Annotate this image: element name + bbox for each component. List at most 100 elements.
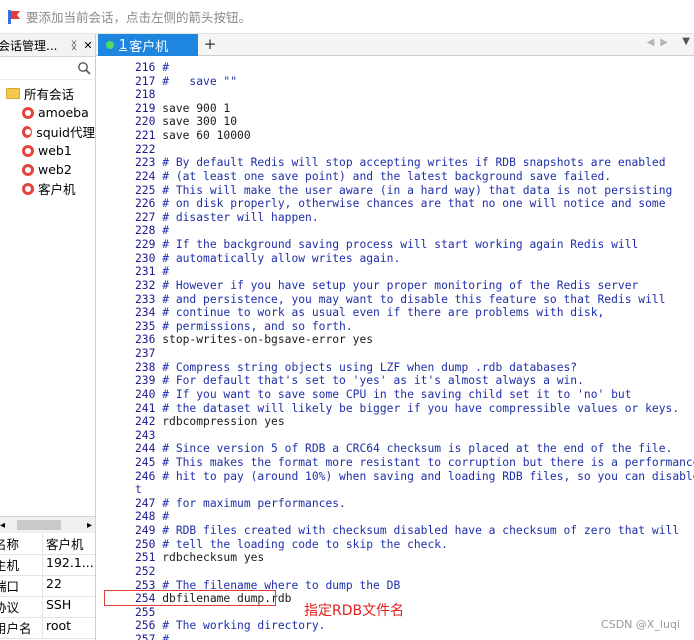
terminal-line: 228 # xyxy=(135,224,169,238)
line-number: 256 xyxy=(135,619,163,633)
line-number: 224 xyxy=(135,169,163,183)
terminal-line: 237 xyxy=(135,347,162,361)
comment-text: # xyxy=(162,61,170,74)
terminal-output[interactable]: 216 #217 # save "" 218 219 save 900 1 220 … xyxy=(96,56,694,640)
line-number: 225 xyxy=(135,183,163,197)
terminal-line: 252 xyxy=(135,565,162,579)
config-text: rdbcompression yes xyxy=(162,415,285,429)
terminal-line: 222 xyxy=(135,143,162,157)
terminal-line: 256 # The working directory. xyxy=(135,619,325,633)
tab-list-dropdown-icon[interactable]: ▼ xyxy=(682,36,690,47)
property-row: 主机 192.1... xyxy=(0,555,95,576)
tab-client[interactable]: 1 客户机 xyxy=(98,34,198,56)
search-icon[interactable] xyxy=(77,61,91,75)
line-number: 238 xyxy=(135,360,163,374)
terminal-line: 240 # If you want to save some CPU in th… xyxy=(135,388,632,402)
property-row: 用户名 root xyxy=(0,618,95,639)
highlight-box xyxy=(104,590,276,606)
terminal-line: 251 rdbchecksum yes xyxy=(135,551,264,565)
comment-text: # disaster will happen. xyxy=(162,210,319,224)
line-number: 237 xyxy=(135,347,163,361)
session-icon xyxy=(22,106,34,119)
terminal-line: 223 # By default Redis will stop accepti… xyxy=(135,156,666,170)
session-item-web1[interactable]: web1 xyxy=(0,141,95,160)
terminal-line: 231 # xyxy=(135,265,169,279)
scroll-thumb[interactable] xyxy=(17,520,62,530)
terminal-line: 243 xyxy=(135,429,162,443)
session-tree: 所有会话 amoeba squid代理 web1 web2 客户机 xyxy=(0,80,95,198)
session-icon xyxy=(22,144,34,157)
line-number: 241 xyxy=(135,401,163,415)
terminal-line: 227 # disaster will happen. xyxy=(135,211,319,225)
session-item-web2[interactable]: web2 xyxy=(0,160,95,179)
line-number: 221 xyxy=(135,129,163,143)
terminal-line: 224 # (at least one save point) and the … xyxy=(135,170,611,184)
comment-text: # However if you have setup your proper … xyxy=(162,278,639,292)
line-number: 251 xyxy=(135,551,163,565)
comment-text: # the dataset will likely be bigger if y… xyxy=(162,401,680,415)
tab-scroll-arrows-icon[interactable]: ◀▶ xyxy=(647,37,674,48)
tab-number: 1 xyxy=(119,37,128,53)
terminal-line: 233 # and persistence, you may want to d… xyxy=(135,293,666,307)
line-number: 228 xyxy=(135,224,163,238)
config-text: save 300 10 xyxy=(162,115,238,129)
property-row: 协议 SSH xyxy=(0,597,95,618)
session-item-squid[interactable]: squid代理 xyxy=(0,122,95,141)
watermark: CSDN @X_luqi xyxy=(601,618,680,631)
terminal-line: 255 xyxy=(135,606,162,620)
property-value: root xyxy=(46,618,72,633)
line-number: 231 xyxy=(135,265,163,279)
session-icon xyxy=(22,125,33,138)
property-key: 用户名 xyxy=(0,618,43,638)
tab-label: 客户机 xyxy=(129,39,169,55)
annotation-text: 指定RDB文件名 xyxy=(304,603,405,619)
line-number: 255 xyxy=(135,605,163,619)
session-item-client[interactable]: 客户机 xyxy=(0,179,95,198)
comment-text: # and persistence, you may want to disab… xyxy=(162,292,666,306)
line-number: 245 xyxy=(135,455,163,469)
comment-text: # If you want to save some CPU in the sa… xyxy=(162,387,632,401)
session-flag-icon[interactable] xyxy=(8,9,20,24)
tree-root[interactable]: 所有会话 xyxy=(0,84,95,103)
scroll-right-icon[interactable]: ▸ xyxy=(87,520,92,531)
terminal-line: 257 # xyxy=(135,633,169,640)
scroll-left-icon[interactable]: ◂ xyxy=(0,520,5,531)
properties-scrollbar[interactable]: ◂ ▸ xyxy=(0,516,95,533)
comment-text: # xyxy=(162,633,170,640)
line-number: 247 xyxy=(135,496,163,510)
line-number: 229 xyxy=(135,238,163,252)
comment-text: # on disk properly, otherwise chances ar… xyxy=(162,197,666,211)
line-number: 239 xyxy=(135,374,163,388)
line-number: 243 xyxy=(135,428,163,442)
comment-text: # permissions, and so forth. xyxy=(162,319,353,333)
line-number: 242 xyxy=(135,415,163,429)
property-key: 端口 xyxy=(0,576,43,596)
line-number: 244 xyxy=(135,442,163,456)
session-label: 客户机 xyxy=(38,182,76,197)
session-item-amoeba[interactable]: amoeba xyxy=(0,103,95,122)
new-tab-button[interactable]: + xyxy=(202,36,218,52)
line-number: 252 xyxy=(135,564,163,578)
comment-text: # xyxy=(162,510,170,524)
terminal-line: 216 # xyxy=(135,61,169,75)
terminal-line: 229 # If the background saving process w… xyxy=(135,238,638,252)
pin-icon[interactable]: ᛝ xyxy=(67,39,81,52)
session-search[interactable] xyxy=(0,57,95,80)
property-row: 名称 客户机 xyxy=(0,534,95,555)
terminal-line: 249 # RDB files created with checksum di… xyxy=(135,524,679,538)
comment-text: # This will make the user aware (in a ha… xyxy=(162,183,673,197)
line-number: 222 xyxy=(135,142,163,156)
comment-text: # xyxy=(162,224,170,238)
config-text: stop-writes-on-bgsave-error yes xyxy=(162,333,374,347)
terminal-line: 225 # This will make the user aware (in … xyxy=(135,184,672,198)
line-number: 235 xyxy=(135,319,163,333)
close-icon[interactable]: ✕ xyxy=(81,39,95,52)
session-manager-header: 会话管理... ᛝ ✕ xyxy=(0,34,95,57)
comment-text: # Since version 5 of RDB a CRC64 checksu… xyxy=(162,442,673,456)
line-number: 250 xyxy=(135,537,163,551)
line-number: 236 xyxy=(135,333,163,347)
terminal-line: 217 # save "" xyxy=(135,75,237,89)
session-label: squid代理 xyxy=(36,125,95,140)
line-number: 248 xyxy=(135,510,163,524)
folder-icon xyxy=(6,88,20,99)
